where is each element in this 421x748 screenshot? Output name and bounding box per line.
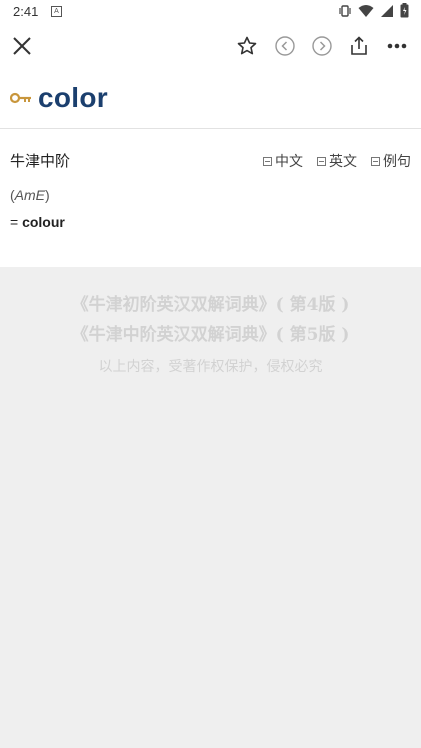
status-time: 2:41 — [13, 4, 39, 19]
favorite-button[interactable] — [233, 32, 261, 60]
collapse-icon — [263, 156, 272, 166]
copyright-notice: 《牛津初阶英汉双解词典》( 第4版 ) 《牛津中阶英汉双解词典》( 第5版 ) … — [0, 290, 421, 376]
toggle-label: 例句 — [383, 153, 411, 169]
toggle-examples[interactable]: 例句 — [371, 151, 411, 171]
star-icon — [237, 36, 257, 55]
share-button[interactable] — [345, 32, 373, 60]
notification-badge: A — [51, 6, 62, 17]
toggle-chinese[interactable]: 中文 — [263, 151, 303, 171]
close-button[interactable] — [8, 32, 36, 60]
collapse-icon — [317, 156, 326, 166]
headword: color — [38, 82, 108, 113]
chevron-right-icon — [312, 36, 332, 56]
close-icon — [13, 37, 31, 55]
copyright-note: 以上内容，受著作权保护，侵权必究 — [98, 358, 323, 374]
region-paren-close: ) — [45, 187, 50, 203]
copyright-line-2: 《牛津中阶英汉双解词典》( 第5版 ) — [71, 325, 350, 345]
previous-entry-button[interactable] — [271, 32, 299, 60]
toolbar — [0, 28, 421, 64]
toggle-english[interactable]: 英文 — [317, 151, 357, 171]
divider — [0, 128, 421, 129]
cross-reference: = colour — [10, 214, 65, 230]
status-icons — [338, 3, 409, 18]
chevron-left-icon — [275, 36, 295, 56]
signal-icon — [381, 4, 393, 17]
content-card: 2:41 A color 牛津中阶 中文 英文 例句 (AmE) = colou… — [0, 0, 421, 267]
more-icon — [387, 43, 407, 49]
dictionary-name: 牛津中阶 — [10, 153, 71, 170]
xref-link[interactable]: colour — [22, 214, 65, 230]
battery-icon — [400, 3, 409, 18]
collapse-icon — [371, 156, 380, 166]
key-icon — [10, 92, 31, 104]
equals-sign: = — [10, 214, 19, 230]
wifi-icon — [358, 4, 374, 17]
region-code: AmE — [14, 187, 46, 203]
vibrate-icon — [339, 4, 351, 17]
toggle-label: 英文 — [329, 153, 357, 169]
share-icon — [351, 36, 367, 55]
more-button[interactable] — [383, 32, 411, 60]
next-entry-button[interactable] — [308, 32, 336, 60]
copyright-line-1: 《牛津初阶英汉双解词典》( 第4版 ) — [71, 295, 350, 315]
toggle-label: 中文 — [275, 153, 303, 169]
display-toggles: 中文 英文 例句 — [263, 151, 411, 171]
region-label: (AmE) — [10, 187, 50, 203]
status-bar: 2:41 A — [0, 0, 421, 24]
entry-title: color — [10, 80, 108, 116]
